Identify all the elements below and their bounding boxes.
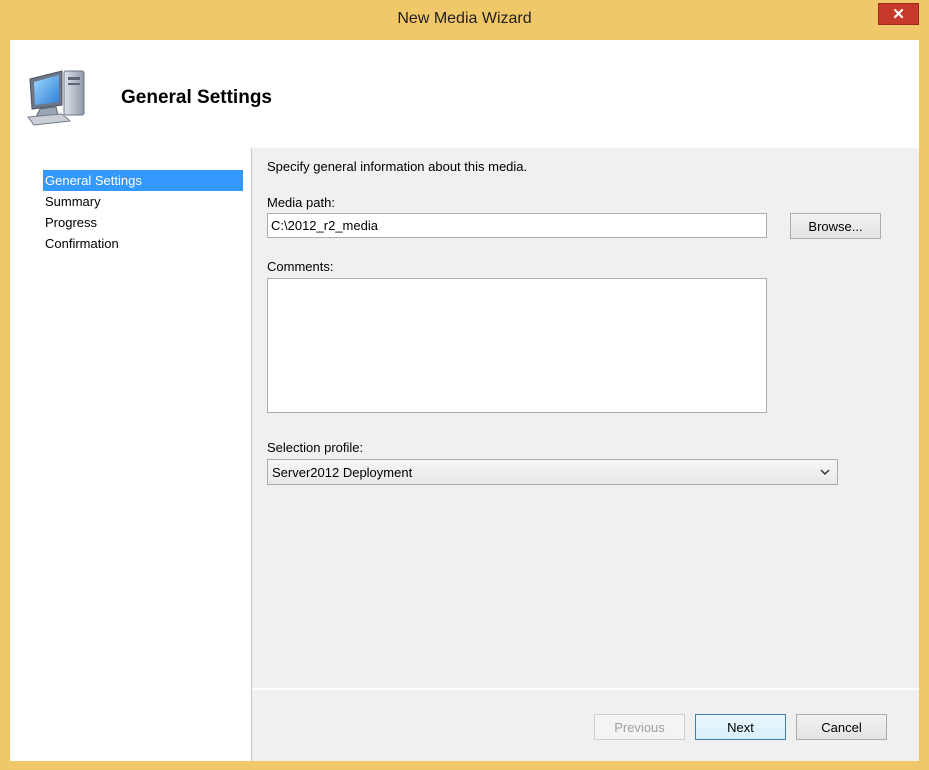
comments-textarea[interactable] (267, 278, 767, 413)
comments-label: Comments: (267, 259, 334, 274)
media-path-input[interactable] (267, 213, 767, 238)
previous-button[interactable]: Previous (594, 714, 685, 740)
close-button[interactable]: ✕ (878, 3, 919, 25)
chevron-down-icon (820, 469, 830, 476)
selection-profile-dropdown[interactable]: Server2012 Deployment (267, 459, 838, 485)
nav-item-summary[interactable]: Summary (43, 191, 243, 212)
wizard-window: New Media Wizard ✕ General Settings Gene… (0, 0, 929, 770)
next-button[interactable]: Next (695, 714, 786, 740)
title-bar[interactable]: New Media Wizard ✕ (0, 0, 929, 40)
nav-item-confirmation[interactable]: Confirmation (43, 233, 243, 254)
content-panel: Specify general information about this m… (253, 148, 919, 688)
wizard-steps-nav: General Settings Summary Progress Confir… (10, 148, 252, 761)
client-area: General Settings General Settings Summar… (10, 40, 919, 761)
nav-item-progress[interactable]: Progress (43, 212, 243, 233)
wizard-header: General Settings (10, 40, 919, 148)
browse-button[interactable]: Browse... (790, 213, 881, 239)
wizard-footer: Previous Next Cancel (253, 688, 919, 761)
window-title: New Media Wizard (397, 10, 532, 27)
media-path-label: Media path: (267, 195, 335, 210)
page-title: General Settings (121, 87, 272, 108)
cancel-button[interactable]: Cancel (796, 714, 887, 740)
selection-profile-value: Server2012 Deployment (272, 465, 413, 480)
selection-profile-label: Selection profile: (267, 440, 364, 455)
instruction-text: Specify general information about this m… (267, 159, 528, 174)
computer-icon (27, 70, 85, 126)
close-icon: ✕ (892, 6, 905, 23)
nav-item-general-settings[interactable]: General Settings (43, 170, 243, 191)
